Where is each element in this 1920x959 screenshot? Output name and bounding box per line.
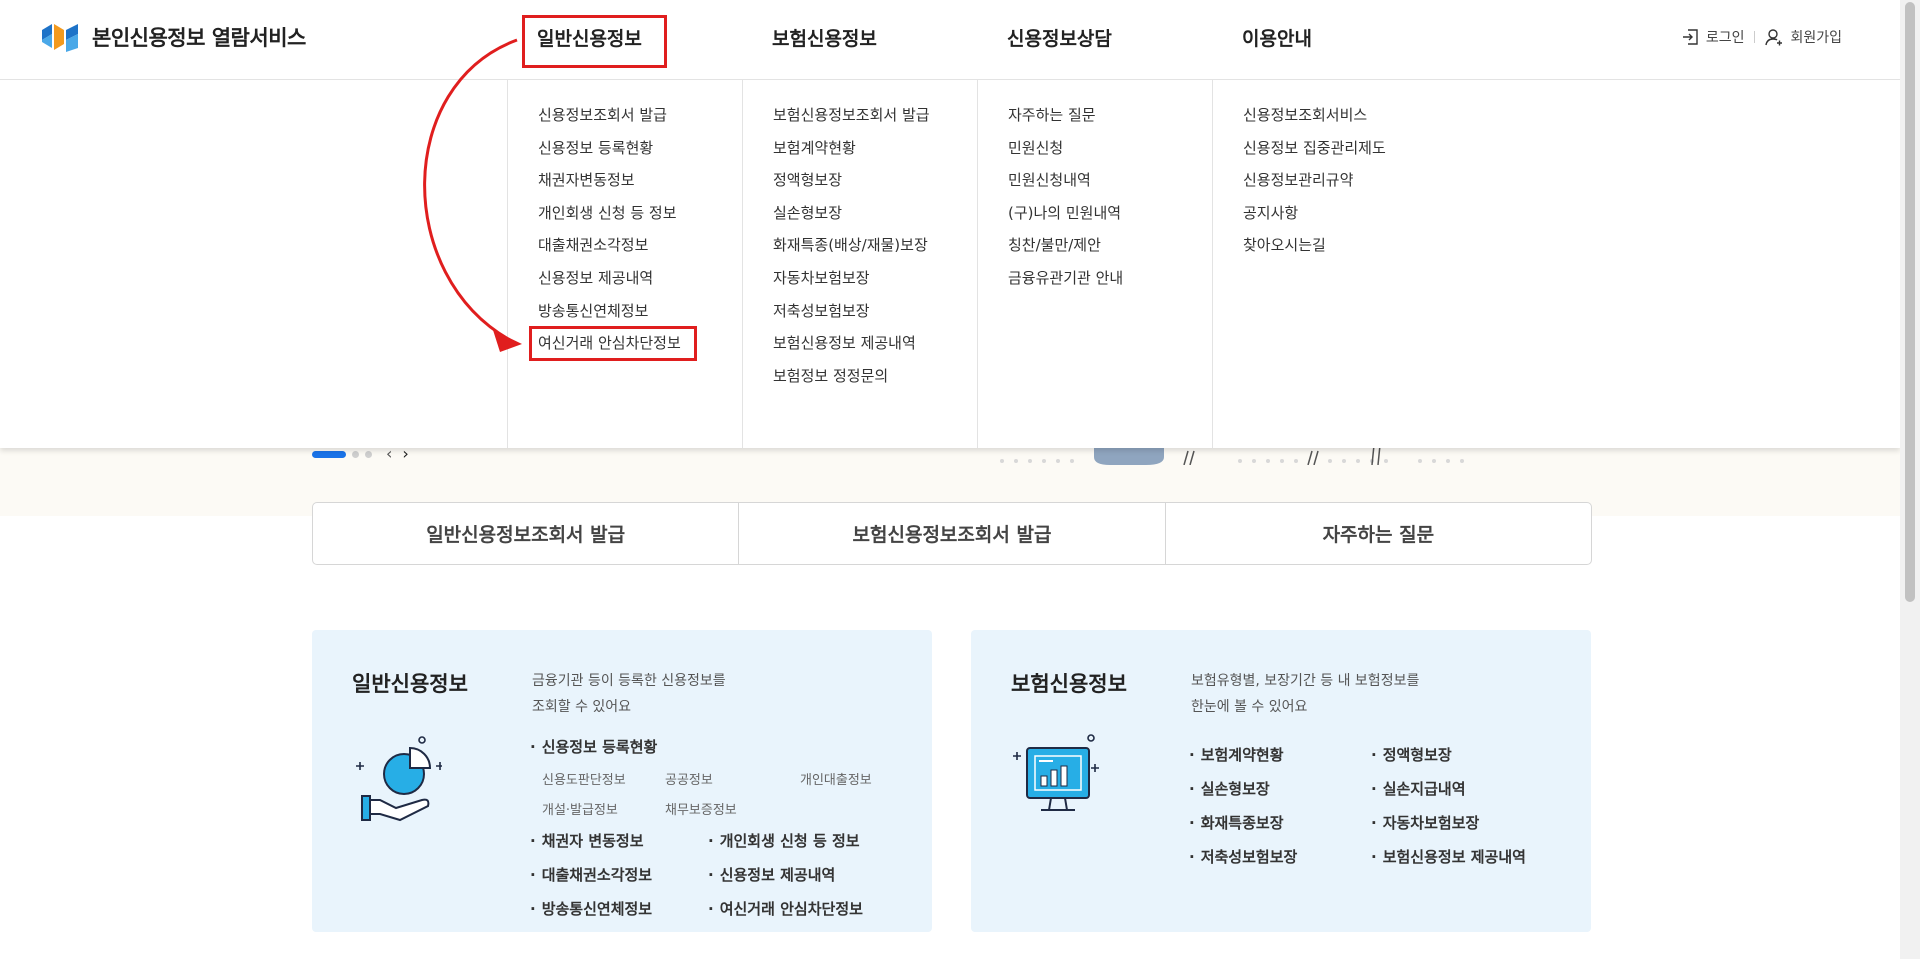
page-scrollbar[interactable] — [1900, 0, 1920, 959]
nav-insurance-credit[interactable]: 보험신용정보 — [772, 24, 877, 51]
login-icon — [1682, 29, 1698, 45]
menu-item[interactable]: 민원신청 — [1008, 137, 1063, 158]
menu-item[interactable]: 신용정보 집중관리제도 — [1243, 137, 1386, 158]
menu-item[interactable]: 신용정보 제공내역 — [538, 267, 653, 288]
general-credit-card: 일반신용정보 금융기관 등이 등록한 신용정보를 조회할 수 있어요 신용정보 … — [312, 630, 932, 932]
highlight-box-menu-item — [529, 326, 697, 361]
util-divider — [1754, 31, 1756, 43]
menu-item[interactable]: 금융유관기관 안내 — [1008, 267, 1123, 288]
card-link[interactable]: 정액형보장 — [1371, 744, 1452, 765]
menu-item[interactable]: 저축성보험보장 — [773, 300, 870, 321]
card-link[interactable]: 여신거래 안심차단정보 — [708, 898, 863, 919]
card-description: 보험유형별, 보장기간 등 내 보험정보를 한눈에 볼 수 있어요 — [1191, 673, 1420, 715]
menu-item[interactable]: 보험신용정보 제공내역 — [773, 332, 916, 353]
minor-item[interactable]: 신용도판단정보 — [542, 769, 626, 788]
menu-item[interactable]: 자주하는 질문 — [1008, 104, 1096, 125]
menu-item[interactable]: 보험정보 정정문의 — [773, 365, 888, 386]
slider-indicator[interactable] — [365, 450, 372, 458]
mega-column-general: 신용정보조회서 발급 신용정보 등록현황 채권자변동정보 개인회생 신청 등 정… — [507, 80, 742, 448]
site-logo[interactable]: 본인신용정보 열람서비스 — [40, 20, 306, 54]
slider-next-icon[interactable]: › — [402, 446, 408, 462]
pie-chart-hand-icon — [356, 736, 442, 822]
menu-item[interactable]: 실손형보장 — [773, 202, 842, 223]
menu-item[interactable]: 자동차보험보장 — [773, 267, 870, 288]
menu-item[interactable]: 방송통신연체정보 — [538, 300, 648, 321]
card-link[interactable]: 실손지급내역 — [1371, 778, 1466, 799]
menu-item[interactable]: 보험신용정보조회서 발급 — [773, 104, 930, 125]
menu-item[interactable]: 신용정보 등록현황 — [538, 137, 653, 158]
card-link[interactable]: 자동차보험보장 — [1371, 812, 1480, 833]
mega-column-consult: 자주하는 질문 민원신청 민원신청내역 (구)나의 민원내역 칭찬/불만/제안 … — [977, 80, 1212, 448]
card-link[interactable]: 방송통신연체정보 — [530, 898, 652, 919]
card-description: 금융기관 등이 등록한 신용정보를 조회할 수 있어요 — [532, 673, 726, 715]
minor-item[interactable]: 개설·발급정보 — [542, 799, 618, 818]
site-header: 본인신용정보 열람서비스 일반신용정보 보험신용정보 신용정보상담 이용안내 로… — [0, 0, 1900, 80]
card-link[interactable]: 보험신용정보 제공내역 — [1371, 846, 1526, 867]
menu-item[interactable]: 대출채권소각정보 — [538, 234, 648, 255]
menu-item[interactable]: 화재특종(배상/재물)보장 — [773, 234, 928, 255]
menu-item[interactable]: 채권자변동정보 — [538, 169, 635, 190]
mega-menu-dropdown: 신용정보조회서 발급 신용정보 등록현황 채권자변동정보 개인회생 신청 등 정… — [0, 80, 1900, 448]
menu-item[interactable]: 신용정보관리규약 — [1243, 169, 1353, 190]
card-link[interactable]: 채권자 변동정보 — [530, 830, 644, 851]
insurance-credit-card: 보험신용정보 보험유형별, 보장기간 등 내 보험정보를 한눈에 볼 수 있어요… — [971, 630, 1591, 932]
monitor-chart-icon — [1013, 734, 1099, 811]
hero-illustration — [1000, 445, 1464, 465]
login-label: 로그인 — [1705, 30, 1745, 46]
highlight-box-nav — [522, 15, 667, 68]
add-user-icon — [1765, 29, 1783, 46]
slider-indicator[interactable] — [352, 450, 359, 458]
card-link[interactable]: 보험계약현황 — [1189, 744, 1284, 765]
nav-usage-guide[interactable]: 이용안내 — [1242, 24, 1312, 51]
page: ‹ › 일반신용정보조회서 발급 보험신용정보조회서 발급 자주하는 질문 일반… — [0, 0, 1920, 959]
menu-item[interactable]: 신용정보조회서 발급 — [538, 104, 667, 125]
slider-indicator-active[interactable] — [312, 450, 346, 458]
menu-item[interactable]: 공지사항 — [1243, 202, 1298, 223]
minor-item[interactable]: 개인대출정보 — [800, 769, 872, 788]
quick-link-bar: 일반신용정보조회서 발급 보험신용정보조회서 발급 자주하는 질문 — [312, 502, 1592, 565]
slider-controls: ‹ › — [312, 446, 409, 462]
menu-item[interactable]: (구)나의 민원내역 — [1008, 202, 1121, 223]
menu-item[interactable]: 신용정보조회서비스 — [1243, 104, 1367, 125]
minor-item[interactable]: 공공정보 — [665, 769, 713, 788]
card-link[interactable]: 저축성보험보장 — [1189, 846, 1298, 867]
card-link[interactable]: 실손형보장 — [1189, 778, 1270, 799]
quick-link-faq[interactable]: 자주하는 질문 — [1166, 503, 1591, 564]
mega-column-guide: 신용정보조회서비스 신용정보 집중관리제도 신용정보관리규약 공지사항 찾아오시… — [1212, 80, 1447, 448]
card-title: 보험신용정보 — [1011, 672, 1127, 696]
signup-label: 회원가입 — [1790, 30, 1842, 46]
card-link[interactable]: 대출채권소각정보 — [530, 864, 652, 885]
card-title: 일반신용정보 — [352, 672, 468, 696]
slider-prev-icon[interactable]: ‹ — [386, 446, 392, 462]
menu-item[interactable]: 개인회생 신청 등 정보 — [538, 202, 677, 223]
menu-item[interactable]: 칭찬/불만/제안 — [1008, 234, 1101, 255]
nav-credit-consult[interactable]: 신용정보상담 — [1007, 24, 1112, 51]
card-link[interactable]: 개인회생 신청 등 정보 — [708, 830, 860, 851]
cis-logo-icon — [42, 24, 78, 52]
menu-item[interactable]: 보험계약현황 — [773, 137, 856, 158]
card-link[interactable]: 화재특종보장 — [1189, 812, 1284, 833]
menu-item[interactable]: 찾아오시는길 — [1243, 234, 1326, 255]
signup-link[interactable]: 회원가입 — [1765, 27, 1842, 47]
logo-title: 본인신용정보 열람서비스 — [92, 26, 306, 50]
utility-links: 로그인 회원가입 — [1681, 27, 1842, 47]
quick-link-insurance-report[interactable]: 보험신용정보조회서 발급 — [739, 503, 1166, 564]
mega-column-insurance: 보험신용정보조회서 발급 보험계약현황 정액형보장 실손형보장 화재특종(배상/… — [742, 80, 977, 448]
menu-item[interactable]: 정액형보장 — [773, 169, 842, 190]
login-link[interactable]: 로그인 — [1681, 27, 1745, 47]
sub-heading-registration[interactable]: 신용정보 등록현황 — [530, 736, 658, 757]
quick-link-general-report[interactable]: 일반신용정보조회서 발급 — [313, 503, 740, 564]
minor-item[interactable]: 채무보증정보 — [665, 799, 737, 818]
scrollbar-thumb[interactable] — [1905, 2, 1915, 602]
menu-item[interactable]: 민원신청내역 — [1008, 169, 1091, 190]
card-link[interactable]: 신용정보 제공내역 — [708, 864, 836, 885]
